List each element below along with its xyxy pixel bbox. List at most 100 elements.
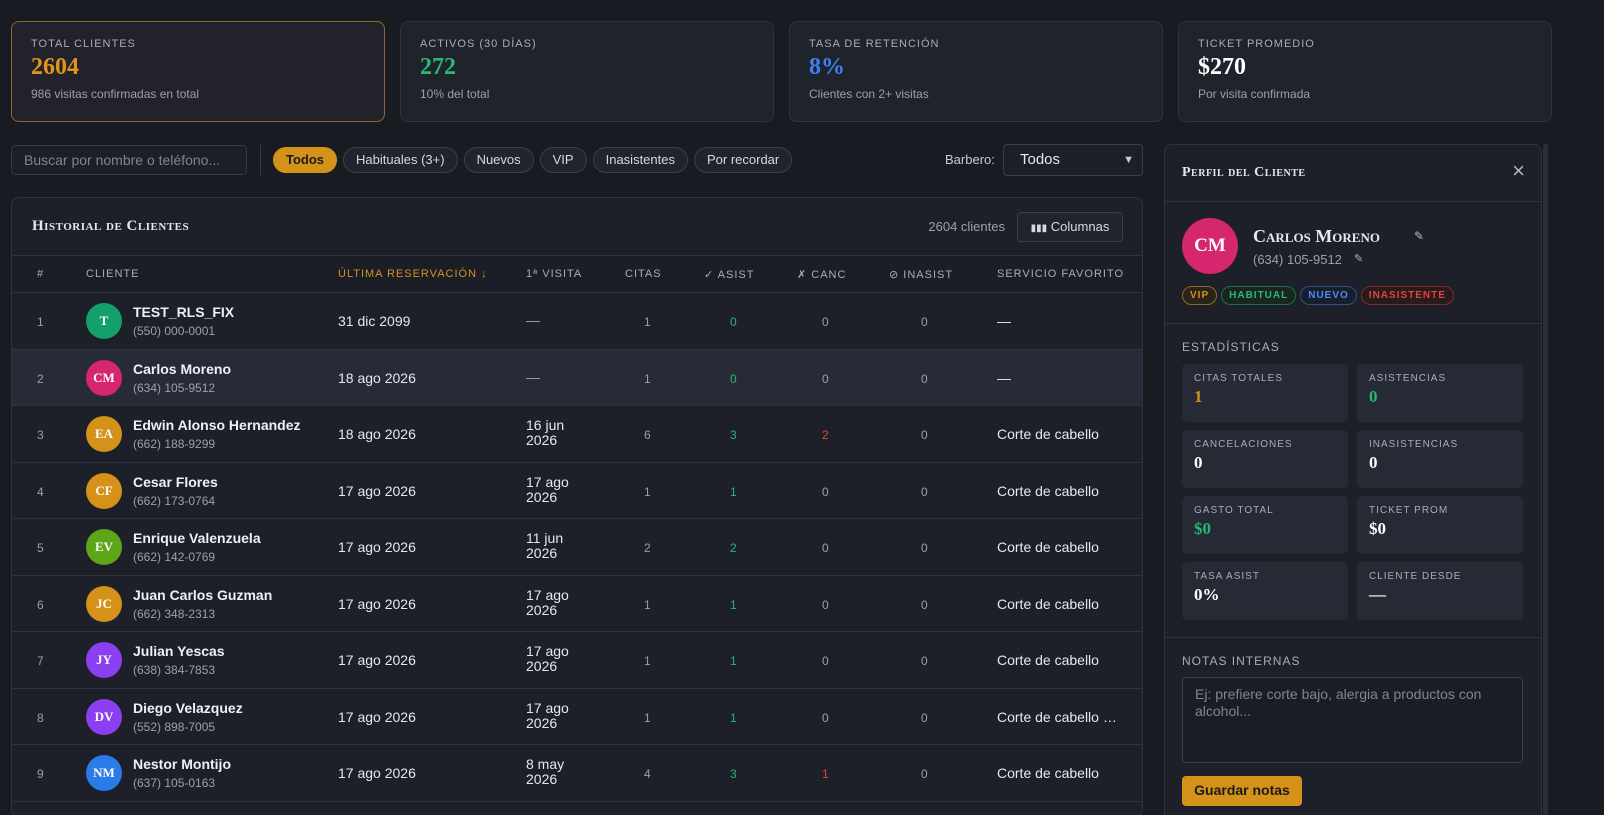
kpi-label: Ticket Promedio xyxy=(1198,38,1315,50)
edit-name-icon[interactable]: ✎ xyxy=(1414,229,1424,243)
chevron-down-icon: ▼ xyxy=(1123,154,1134,166)
filter-todos[interactable]: Todos xyxy=(273,147,338,173)
favorite-service: Corte de cabello xyxy=(997,595,1099,612)
th-canc[interactable]: ✗ Canc xyxy=(797,268,846,281)
filter-por-recordar[interactable]: Por recordar xyxy=(693,147,793,173)
client-name: Juan Carlos Guzman xyxy=(133,586,273,603)
client-phone: (662) 188-9299 xyxy=(133,437,216,451)
client-name: Cesar Flores xyxy=(133,473,218,490)
stats-label: Estadísticas xyxy=(1182,340,1280,354)
inasist-count: 0 xyxy=(921,371,928,386)
client-count: 2604 clientes xyxy=(928,219,1005,234)
client-phone: (637) 105-0163 xyxy=(133,776,216,790)
filter-nuevos[interactable]: Nuevos xyxy=(463,147,534,173)
tag-vip: VIP xyxy=(1182,286,1218,305)
asist-count: 3 xyxy=(730,428,737,442)
citas-count: 2 xyxy=(644,541,651,555)
profile-title: Perfil del Cliente xyxy=(1182,165,1306,180)
notes-textarea[interactable]: Ej: prefiere corte bajo, alergia a produ… xyxy=(1182,677,1523,763)
th-servicio-favorito[interactable]: Servicio favorito xyxy=(997,268,1124,280)
citas-count: 1 xyxy=(644,484,651,499)
table-row[interactable]: 1 T TEST_RLS_FIX (550) 000-0001 31 dic 2… xyxy=(12,293,1142,350)
canc-count: 0 xyxy=(822,654,829,668)
first-visit: 8 may 2026 xyxy=(526,756,565,787)
favorite-service: — xyxy=(997,369,1011,386)
th-primera-visita[interactable]: 1ª visita xyxy=(526,268,582,280)
last-reservation: 18 ago 2026 xyxy=(338,369,416,386)
th-num: # xyxy=(37,268,45,280)
first-visit: 17 ago 2026 xyxy=(526,586,569,618)
last-reservation: 18 ago 2026 xyxy=(338,426,416,442)
stat-card: Tasa asist 0% xyxy=(1182,562,1348,620)
kpi-total-clientes[interactable]: Total Clientes 2604 986 visitas confirma… xyxy=(11,21,385,122)
th-citas[interactable]: Citas xyxy=(625,268,662,280)
last-reservation: 17 ago 2026 xyxy=(338,652,416,668)
kpi-label: Total Clientes xyxy=(31,38,136,50)
stat-value: $0 xyxy=(1369,519,1386,538)
table-title: Historial de Clientes xyxy=(32,218,190,234)
kpi-sub: Por visita confirmada xyxy=(1198,87,1311,101)
table-row[interactable]: 7 JY Julian Yescas (638) 384-7853 17 ago… xyxy=(12,632,1142,689)
last-reservation: 17 ago 2026 xyxy=(338,708,416,725)
stat-value: 0 xyxy=(1369,387,1378,406)
kpi-retencion[interactable]: Tasa de Retención 8% Clientes con 2+ vis… xyxy=(789,21,1163,122)
filter-habituales[interactable]: Habituales (3+) xyxy=(343,147,458,173)
favorite-service: — xyxy=(997,313,1011,329)
row-number: 3 xyxy=(37,428,44,442)
canc-count: 0 xyxy=(822,315,829,329)
table-row[interactable]: 4 CF Cesar Flores (662) 173-0764 17 ago … xyxy=(12,463,1142,519)
citas-count: 1 xyxy=(644,371,651,386)
citas-count: 6 xyxy=(644,428,651,442)
table-row[interactable]: 9 NM Nestor Montijo (637) 105-0163 17 ag… xyxy=(12,745,1142,802)
th-inasist[interactable]: ⊘ Inasist xyxy=(889,268,953,281)
kpi-value: 272 xyxy=(420,54,456,80)
client-phone: (662) 142-0769 xyxy=(133,550,216,564)
client-name: Julian Yescas xyxy=(133,643,225,659)
client-phone: (662) 348-2313 xyxy=(133,606,216,621)
table-row[interactable]: 3 EA Edwin Alonso Hernandez (662) 188-92… xyxy=(12,406,1142,463)
row-number: 2 xyxy=(37,371,44,386)
table-row[interactable]: 5 EV Enrique Valenzuela (662) 142-0769 1… xyxy=(12,519,1142,576)
asist-count: 1 xyxy=(730,654,737,668)
stat-card: Citas totales 1 xyxy=(1182,364,1348,422)
asist-count: 1 xyxy=(730,597,737,612)
th-asist[interactable]: ✓ Asist xyxy=(704,268,754,281)
asist-count: 1 xyxy=(730,484,737,499)
canc-count: 0 xyxy=(822,710,829,725)
table-header-bar: Historial de Clientes 2604 clientes ▮▮▮ … xyxy=(12,198,1142,256)
favorite-service: Corte de cabello xyxy=(997,426,1099,442)
inasist-count: 0 xyxy=(921,484,928,499)
kpi-activos[interactable]: Activos (30 días) 272 10% del total xyxy=(400,21,774,122)
client-profile-panel: Perfil del Cliente × CM Carlos Moreno ✎ … xyxy=(1164,144,1542,815)
stat-label: Inasistencias xyxy=(1369,439,1459,450)
th-ultima-reservacion[interactable]: Última reservación ↓ xyxy=(338,268,488,280)
table-row[interactable]: 6 JC Juan Carlos Guzman (662) 348-2313 1… xyxy=(12,576,1142,632)
close-icon[interactable]: × xyxy=(1512,160,1525,182)
table-row[interactable]: 8 DV Diego Velazquez (552) 898-7005 17 a… xyxy=(12,689,1142,745)
barbero-select[interactable]: Todos ▼ xyxy=(1003,144,1143,176)
th-cliente[interactable]: Cliente xyxy=(86,268,139,280)
tag-nuevo: NUEVO xyxy=(1300,286,1357,305)
edit-phone-icon[interactable]: ✎ xyxy=(1354,252,1363,265)
filter-inasistentes[interactable]: Inasistentes xyxy=(592,147,688,173)
row-number: 4 xyxy=(37,484,44,499)
citas-count: 1 xyxy=(644,597,651,612)
table-row[interactable]: 2 CM Carlos Moreno (634) 105-9512 18 ago… xyxy=(12,349,1142,406)
canc-count: 0 xyxy=(822,541,829,555)
canc-count: 1 xyxy=(822,767,829,781)
columns-button[interactable]: ▮▮▮ Columnas xyxy=(1017,212,1123,242)
client-phone: (638) 384-7853 xyxy=(133,663,216,677)
citas-count: 1 xyxy=(644,315,651,329)
avatar: JC xyxy=(86,585,122,622)
save-notes-button[interactable]: Guardar notas xyxy=(1182,776,1302,806)
search-input[interactable] xyxy=(11,145,247,175)
canc-count: 2 xyxy=(822,428,829,442)
kpi-value: 8% xyxy=(809,54,845,80)
inasist-count: 0 xyxy=(921,767,928,781)
kpi-ticket-promedio[interactable]: Ticket Promedio $270 Por visita confirma… xyxy=(1178,21,1552,122)
filter-vip[interactable]: VIP xyxy=(539,147,587,173)
profile-scrollbar[interactable] xyxy=(1543,144,1548,815)
citas-count: 4 xyxy=(644,767,651,781)
citas-count: 1 xyxy=(644,654,651,668)
avatar: CM xyxy=(86,359,122,396)
